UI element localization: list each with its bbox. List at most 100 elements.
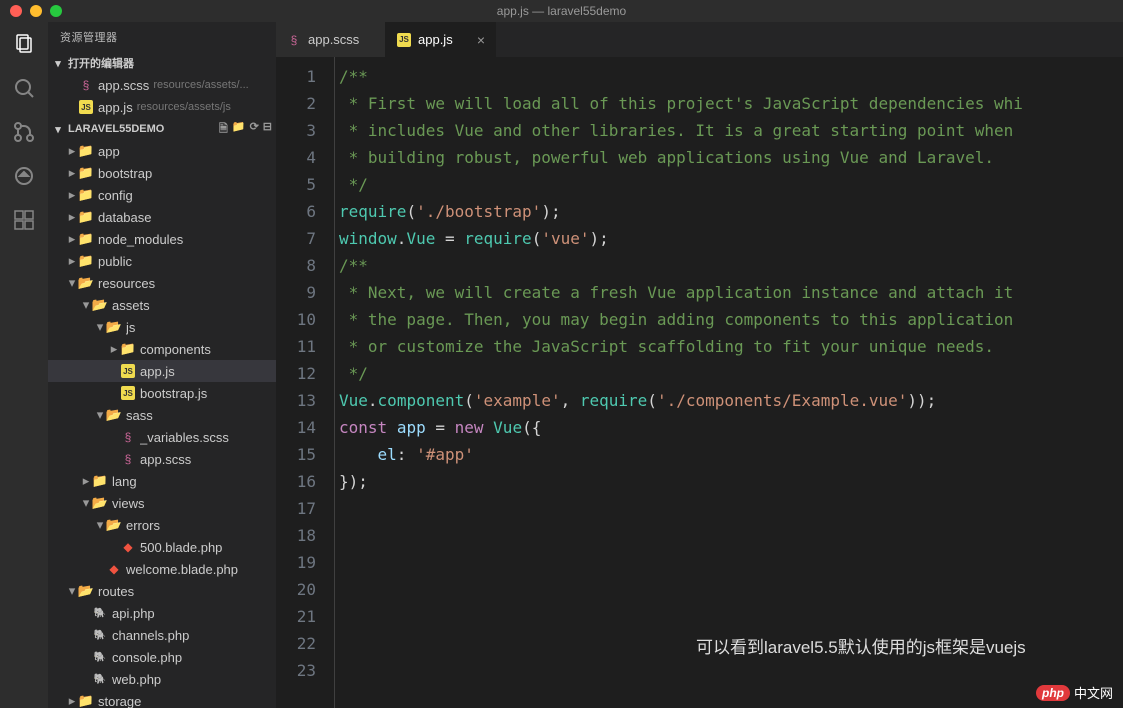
chevron-down-icon: ▾ [80,297,92,313]
activity-bar [0,22,48,708]
code-line[interactable]: const app = new Vue({ [339,414,1123,441]
item-label: errors [126,518,160,533]
folder-item[interactable]: ▸📁node_modules [48,228,276,250]
search-icon[interactable] [10,74,38,102]
folder-item[interactable]: ▸📁public [48,250,276,272]
line-number: 23 [276,657,316,684]
close-tab-icon[interactable]: × [477,32,485,48]
folder-item[interactable]: ▾📂resources [48,272,276,294]
folder-item[interactable]: ▾📂assets [48,294,276,316]
file-path: resources/assets/... [153,79,248,91]
code-line[interactable]: Vue.component('example', require('./comp… [339,387,1123,414]
code-line[interactable]: window.Vue = require('vue'); [339,225,1123,252]
file-path: resources/assets/js [137,101,231,113]
php-icon: 🐘 [92,671,108,687]
chevron-right-icon: ▸ [66,693,78,708]
editor-tab[interactable]: JSapp.js× [386,22,496,57]
folder-icon: 📁 [92,473,108,489]
new-folder-icon[interactable]: 📁 [232,120,246,139]
file-item[interactable]: §_variables.scss [48,426,276,448]
item-label: views [112,496,145,511]
code-line[interactable]: /** [339,63,1123,90]
file-item[interactable]: JSapp.js [48,360,276,382]
file-label: app.scss [98,78,149,93]
code-line[interactable]: * building robust, powerful web applicat… [339,144,1123,171]
editor-tab[interactable]: §app.scss [276,22,386,57]
folder-item[interactable]: ▸📁lang [48,470,276,492]
git-icon[interactable] [10,118,38,146]
window-controls[interactable] [0,5,62,17]
new-file-icon[interactable]: 🗎 [219,120,228,139]
code-line[interactable]: el: '#app' [339,441,1123,468]
file-item[interactable]: ◆welcome.blade.php [48,558,276,580]
folder-icon: 📁 [78,209,94,225]
line-number: 17 [276,495,316,522]
watermark-badge: php [1036,685,1070,701]
file-item[interactable]: ◆500.blade.php [48,536,276,558]
debug-icon[interactable] [10,162,38,190]
folder-icon: 📂 [106,319,122,335]
explorer-icon[interactable] [10,30,38,58]
project-section[interactable]: ▾ LARAVEL55DEMO 🗎 📁 ⟳ ⊟ [48,118,276,140]
file-item[interactable]: 🐘web.php [48,668,276,690]
collapse-icon[interactable]: ⊟ [263,120,272,139]
folder-item[interactable]: ▾📂sass [48,404,276,426]
open-editor-item[interactable]: §app.scssresources/assets/... [48,74,276,96]
folder-item[interactable]: ▸📁storage [48,690,276,708]
item-label: channels.php [112,628,189,643]
js-icon: JS [396,32,412,48]
sass-icon: § [120,429,136,445]
code-line[interactable]: * Next, we will create a fresh Vue appli… [339,279,1123,306]
open-editors-section[interactable]: ▾ 打开的编辑器 [48,52,276,74]
close-window-button[interactable] [10,5,22,17]
code-line[interactable]: */ [339,171,1123,198]
item-label: bootstrap.js [140,386,207,401]
extensions-icon[interactable] [10,206,38,234]
refresh-icon[interactable]: ⟳ [250,120,259,139]
code-editor[interactable]: /** * First we will load all of this pro… [334,57,1123,708]
file-item[interactable]: 🐘api.php [48,602,276,624]
watermark: php 中文网 [1036,683,1113,702]
file-item[interactable]: 🐘console.php [48,646,276,668]
folder-icon: 📁 [120,341,136,357]
code-line[interactable]: * the page. Then, you may begin adding c… [339,306,1123,333]
explorer-sidebar: 资源管理器 ▾ 打开的编辑器 §app.scssresources/assets… [48,22,276,708]
folder-item[interactable]: ▸📁bootstrap [48,162,276,184]
folder-item[interactable]: ▾📂errors [48,514,276,536]
laravel-icon: ◆ [106,561,122,577]
folder-item[interactable]: ▾📂views [48,492,276,514]
code-line[interactable]: * includes Vue and other libraries. It i… [339,117,1123,144]
folder-icon: 📁 [78,165,94,181]
folder-icon: 📁 [78,253,94,269]
folder-item[interactable]: ▸📁database [48,206,276,228]
folder-item[interactable]: ▾📂routes [48,580,276,602]
open-editor-item[interactable]: JSapp.jsresources/assets/js [48,96,276,118]
folder-item[interactable]: ▾📂js [48,316,276,338]
code-line[interactable]: /** [339,252,1123,279]
file-tree[interactable]: ▸📁app▸📁bootstrap▸📁config▸📁database▸📁node… [48,140,276,708]
code-line[interactable]: */ [339,360,1123,387]
line-number: 21 [276,603,316,630]
item-label: app.js [140,364,175,379]
file-item[interactable]: JSbootstrap.js [48,382,276,404]
code-line[interactable]: require('./bootstrap'); [339,198,1123,225]
chevron-down-icon: ▾ [52,123,64,136]
file-item[interactable]: 🐘channels.php [48,624,276,646]
code-line[interactable]: }); [339,468,1123,495]
line-number: 12 [276,360,316,387]
chevron-right-icon: ▸ [66,143,78,159]
item-label: resources [98,276,155,291]
folder-item[interactable]: ▸📁app [48,140,276,162]
code-line[interactable]: * or customize the JavaScript scaffoldin… [339,333,1123,360]
editor-area: §app.scssJSapp.js× 123456789101112131415… [276,22,1123,708]
line-number: 2 [276,90,316,117]
file-item[interactable]: §app.scss [48,448,276,470]
maximize-window-button[interactable] [50,5,62,17]
watermark-text: 中文网 [1074,683,1113,702]
folder-item[interactable]: ▸📁config [48,184,276,206]
chevron-right-icon: ▸ [108,341,120,357]
folder-item[interactable]: ▸📁components [48,338,276,360]
line-number: 13 [276,387,316,414]
minimize-window-button[interactable] [30,5,42,17]
code-line[interactable]: * First we will load all of this project… [339,90,1123,117]
